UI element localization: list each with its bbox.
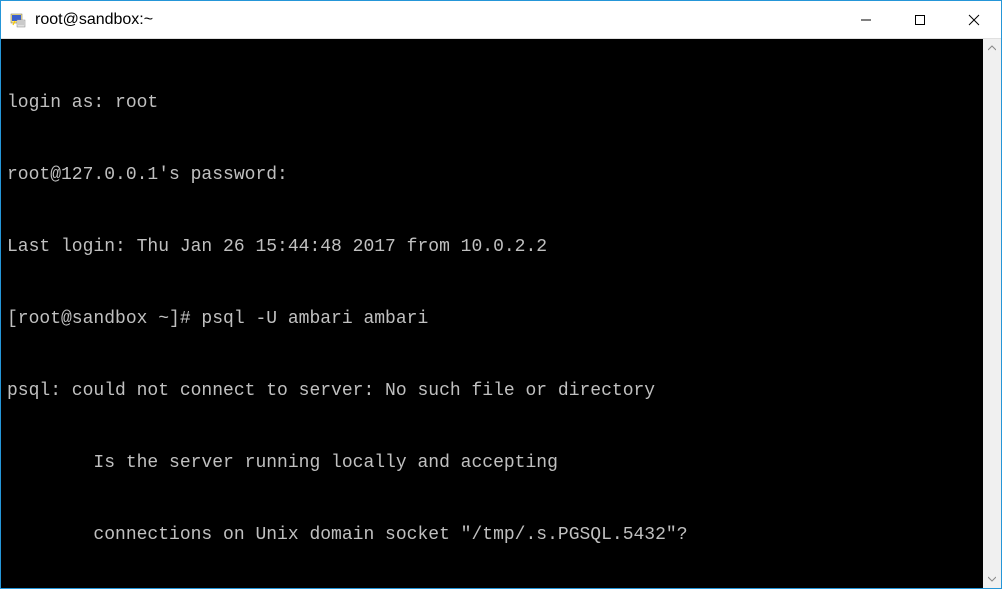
terminal-line: root@127.0.0.1's password: (7, 163, 995, 187)
minimize-button[interactable] (839, 1, 893, 38)
putty-icon (9, 11, 27, 29)
chevron-down-icon (988, 576, 996, 582)
window-controls (839, 1, 1001, 38)
vertical-scrollbar[interactable] (983, 39, 1001, 588)
chevron-up-icon (988, 45, 996, 51)
terminal-line: psql: could not connect to server: No su… (7, 379, 995, 403)
app-window: root@sandbox:~ login as: root (0, 0, 1002, 589)
scroll-track[interactable] (983, 57, 1001, 570)
terminal-line: Last login: Thu Jan 26 15:44:48 2017 fro… (7, 235, 995, 259)
close-button[interactable] (947, 1, 1001, 38)
terminal-line: Is the server running locally and accept… (7, 451, 995, 475)
scroll-up-arrow[interactable] (983, 39, 1001, 57)
window-title: root@sandbox:~ (35, 11, 839, 29)
terminal-area[interactable]: login as: root root@127.0.0.1's password… (1, 39, 1001, 588)
maximize-icon (914, 14, 926, 26)
minimize-icon (860, 14, 872, 26)
terminal-line: login as: root (7, 91, 995, 115)
terminal-line: [root@sandbox ~]# psql -U ambari ambari (7, 307, 995, 331)
scroll-down-arrow[interactable] (983, 570, 1001, 588)
maximize-button[interactable] (893, 1, 947, 38)
terminal-line: connections on Unix domain socket "/tmp/… (7, 523, 995, 547)
titlebar[interactable]: root@sandbox:~ (1, 1, 1001, 39)
terminal-content: login as: root root@127.0.0.1's password… (1, 39, 1001, 588)
close-icon (968, 14, 980, 26)
